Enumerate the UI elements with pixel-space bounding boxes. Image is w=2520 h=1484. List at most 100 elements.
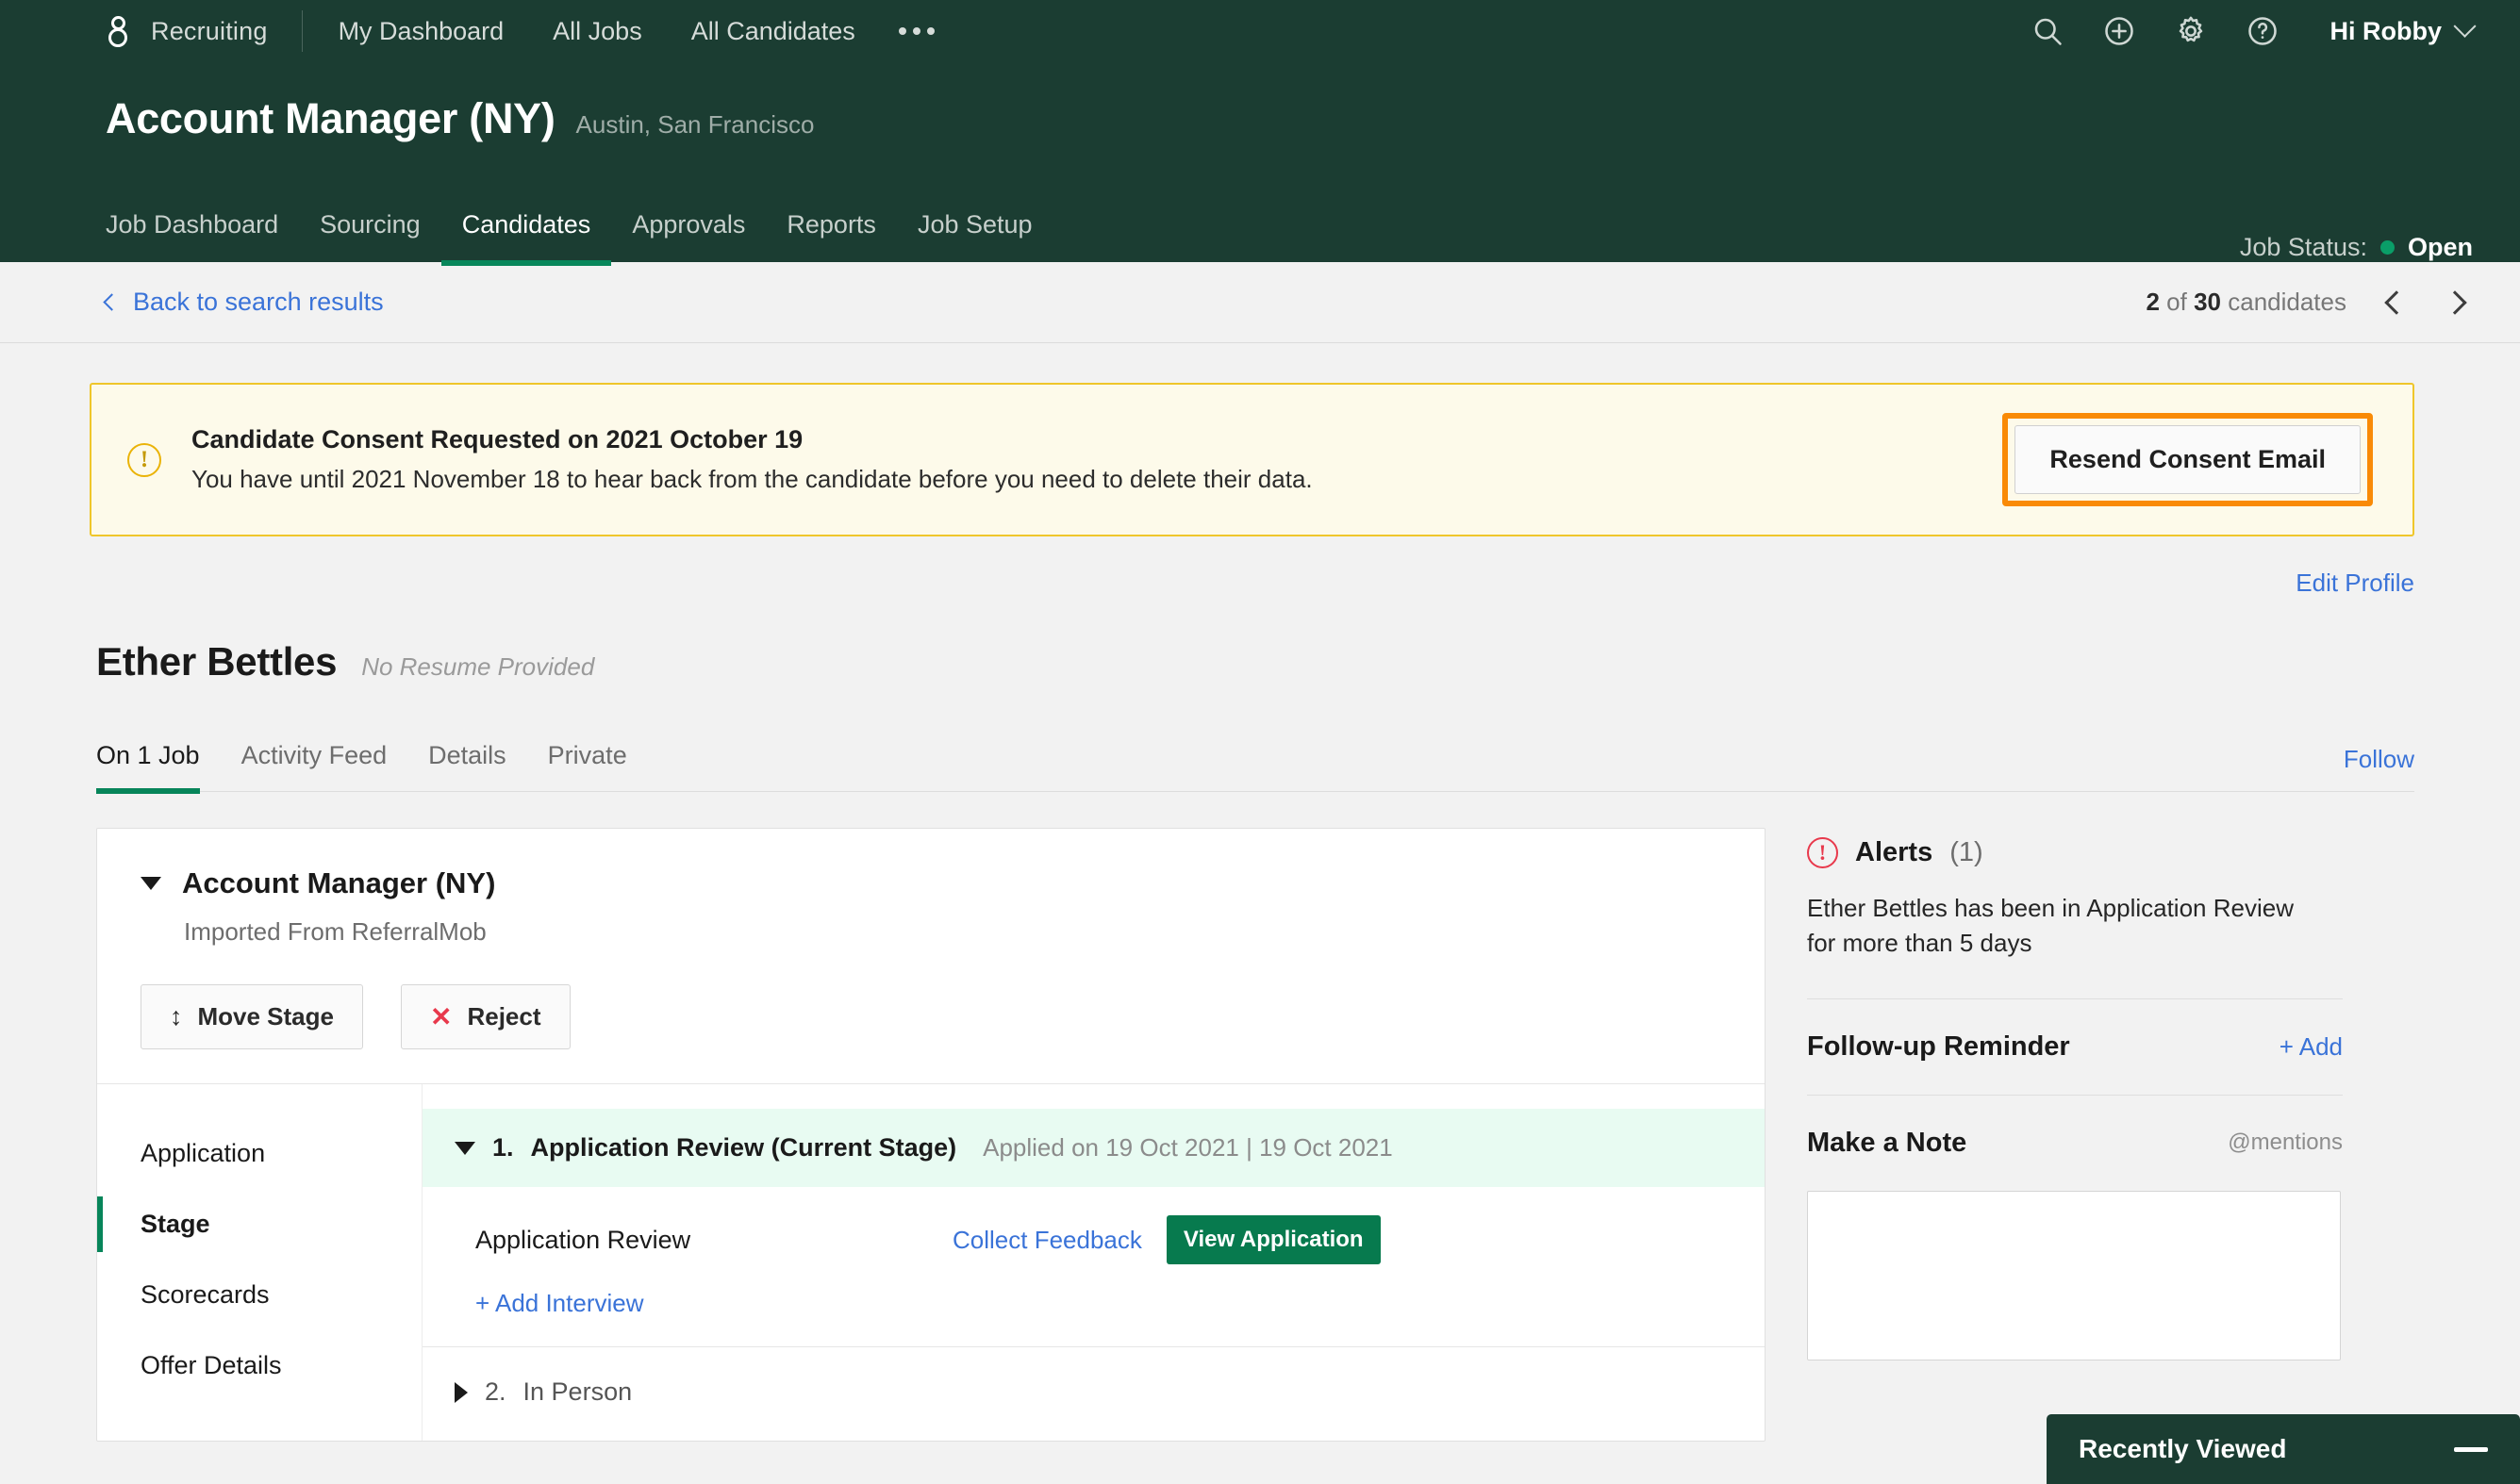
chevron-down-icon[interactable] xyxy=(141,877,161,890)
alerts-title: Alerts xyxy=(1855,837,1933,867)
nav-item-my-dashboard[interactable]: My Dashboard xyxy=(339,17,505,46)
brand-label: Recruiting xyxy=(151,16,268,45)
tab-job-dashboard[interactable]: Job Dashboard xyxy=(106,183,299,266)
updown-arrow-icon: ↕ xyxy=(170,1002,183,1031)
chevron-down-icon[interactable] xyxy=(455,1141,475,1155)
move-stage-button[interactable]: ↕ Move Stage xyxy=(141,984,363,1049)
body-columns: Account Manager (NY) Imported From Refer… xyxy=(0,792,2520,1442)
tab-private[interactable]: Private xyxy=(527,741,648,791)
user-greeting-label: Hi Robby xyxy=(2329,16,2443,45)
alert-message: Ether Bettles has been in Application Re… xyxy=(1807,894,2294,957)
sub-header: Back to search results 2 of 30 candidate… xyxy=(0,262,2520,343)
next-candidate-button[interactable] xyxy=(2443,289,2467,315)
pager-text: 2 of 30 candidates xyxy=(2146,288,2346,317)
sidebar-item-stage[interactable]: Stage xyxy=(97,1189,422,1260)
chevron-right-icon[interactable] xyxy=(455,1381,468,1403)
edit-profile-link[interactable]: Edit Profile xyxy=(2296,569,2414,597)
job-tabs-row: Job Dashboard Sourcing Candidates Approv… xyxy=(0,183,2520,266)
tab-candidates[interactable]: Candidates xyxy=(440,183,612,266)
next-stage-name: In Person xyxy=(522,1377,633,1406)
plus-circle-icon[interactable] xyxy=(2102,14,2136,48)
chevron-right-icon xyxy=(2443,289,2467,315)
global-nav: Recruiting My Dashboard All Jobs All Can… xyxy=(0,0,2520,62)
job-application-card: Account Manager (NY) Imported From Refer… xyxy=(96,828,1766,1442)
search-icon[interactable] xyxy=(2031,14,2064,48)
tab-details[interactable]: Details xyxy=(407,741,527,791)
tab-activity-feed[interactable]: Activity Feed xyxy=(221,741,408,791)
add-followup-reminder-link[interactable]: + Add xyxy=(2280,1032,2343,1062)
move-stage-label: Move Stage xyxy=(197,1002,335,1031)
nav-more-icon[interactable] xyxy=(898,27,935,35)
job-status-value: Open xyxy=(2407,233,2473,261)
followup-reminder-section: Follow-up Reminder + Add xyxy=(1807,999,2343,1095)
sidebar-item-scorecards[interactable]: Scorecards xyxy=(97,1260,422,1330)
current-stage-row[interactable]: 1. Application Review (Current Stage) Ap… xyxy=(423,1109,1765,1187)
stage-pane: 1. Application Review (Current Stage) Ap… xyxy=(423,1084,1765,1441)
stage-interview-row: Application Review Collect Feedback View… xyxy=(423,1187,1765,1264)
pager-of: of xyxy=(2166,288,2187,316)
current-stage-number: 1. xyxy=(492,1133,514,1162)
nav-item-all-jobs[interactable]: All Jobs xyxy=(553,17,642,46)
sidebar-item-offer-details[interactable]: Offer Details xyxy=(97,1330,422,1401)
pager-current: 2 xyxy=(2146,288,2160,316)
followup-reminder-title: Follow-up Reminder xyxy=(1807,1031,2070,1062)
minimize-icon[interactable] xyxy=(2454,1446,2488,1452)
job-card-header: Account Manager (NY) Imported From Refer… xyxy=(97,829,1765,947)
pager-total: 30 xyxy=(2194,288,2221,316)
collect-feedback-link[interactable]: Collect Feedback xyxy=(953,1226,1142,1255)
job-tabs: Job Dashboard Sourcing Candidates Approv… xyxy=(106,183,1053,266)
focus-outline: Resend Consent Email xyxy=(2002,413,2373,506)
reject-button[interactable]: ✕ Reject xyxy=(401,984,571,1049)
brand[interactable]: Recruiting xyxy=(106,13,268,49)
sidebar-item-application[interactable]: Application xyxy=(97,1118,422,1189)
make-a-note-section: Make a Note @mentions xyxy=(1807,1096,2343,1191)
pager-noun: candidates xyxy=(2228,288,2346,316)
app-root: Recruiting My Dashboard All Jobs All Can… xyxy=(0,0,2520,1484)
global-actions: Hi Robby xyxy=(2031,14,2477,48)
job-status-label: Job Status: xyxy=(2239,233,2367,261)
add-interview-link[interactable]: + Add Interview xyxy=(475,1289,644,1317)
company-logo-icon xyxy=(106,13,130,49)
tab-sourcing[interactable]: Sourcing xyxy=(299,183,441,266)
follow-link[interactable]: Follow xyxy=(2344,745,2414,773)
job-card-subtitle: Imported From ReferralMob xyxy=(184,917,487,946)
add-interview-row: + Add Interview xyxy=(423,1264,1765,1346)
help-circle-icon[interactable] xyxy=(2246,14,2280,48)
prev-candidate-button[interactable] xyxy=(2384,289,2409,315)
job-card-body: Application Stage Scorecards Offer Detai… xyxy=(97,1083,1765,1441)
nav-links: My Dashboard All Jobs All Candidates xyxy=(339,17,855,46)
tab-approvals[interactable]: Approvals xyxy=(611,183,766,266)
top-header: Recruiting My Dashboard All Jobs All Can… xyxy=(0,0,2520,266)
job-card-actions: ↕ Move Stage ✕ Reject xyxy=(97,947,1765,1083)
user-menu[interactable]: Hi Robby xyxy=(2329,14,2477,46)
stage-interview-name: Application Review xyxy=(475,1225,691,1254)
next-stage-row[interactable]: 2. In Person xyxy=(423,1347,1765,1441)
job-title-row: Account Manager (NY) Austin, San Francis… xyxy=(0,62,2520,143)
tab-job-setup[interactable]: Job Setup xyxy=(897,183,1053,266)
job-locations: Austin, San Francisco xyxy=(575,110,815,139)
resume-status: No Resume Provided xyxy=(361,652,595,681)
tab-reports[interactable]: Reports xyxy=(766,183,897,266)
chevron-left-icon xyxy=(103,293,121,311)
chevron-left-icon xyxy=(2384,289,2409,315)
follow-link-wrapper: Follow xyxy=(2344,745,2414,791)
next-stage-number: 2. xyxy=(485,1377,506,1406)
tab-on-1-job[interactable]: On 1 Job xyxy=(96,741,221,794)
warning-icon: ! xyxy=(127,442,161,477)
close-icon: ✕ xyxy=(430,1001,453,1031)
view-application-button[interactable]: View Application xyxy=(1166,1215,1381,1264)
candidate-header: Ether Bettles No Resume Provided xyxy=(0,598,2520,684)
alerts-count: (1) xyxy=(1949,837,1983,867)
gear-icon[interactable] xyxy=(2174,14,2208,48)
alert-icon: ! xyxy=(1807,837,1838,868)
recently-viewed-dock[interactable]: Recently Viewed xyxy=(2047,1414,2520,1484)
job-card-title-row[interactable]: Account Manager (NY) xyxy=(141,866,1721,900)
nav-item-all-candidates[interactable]: All Candidates xyxy=(691,17,855,46)
back-to-search-results-link[interactable]: Back to search results xyxy=(103,288,384,317)
candidate-name: Ether Bettles xyxy=(96,639,338,684)
right-rail: ! Alerts (1) Ether Bettles has been in A… xyxy=(1807,828,2343,1360)
make-a-note-title: Make a Note xyxy=(1807,1127,1967,1158)
resend-consent-email-button[interactable]: Resend Consent Email xyxy=(2014,425,2361,494)
note-input[interactable] xyxy=(1807,1190,2341,1360)
consent-banner-title: Candidate Consent Requested on 2021 Octo… xyxy=(191,425,804,453)
